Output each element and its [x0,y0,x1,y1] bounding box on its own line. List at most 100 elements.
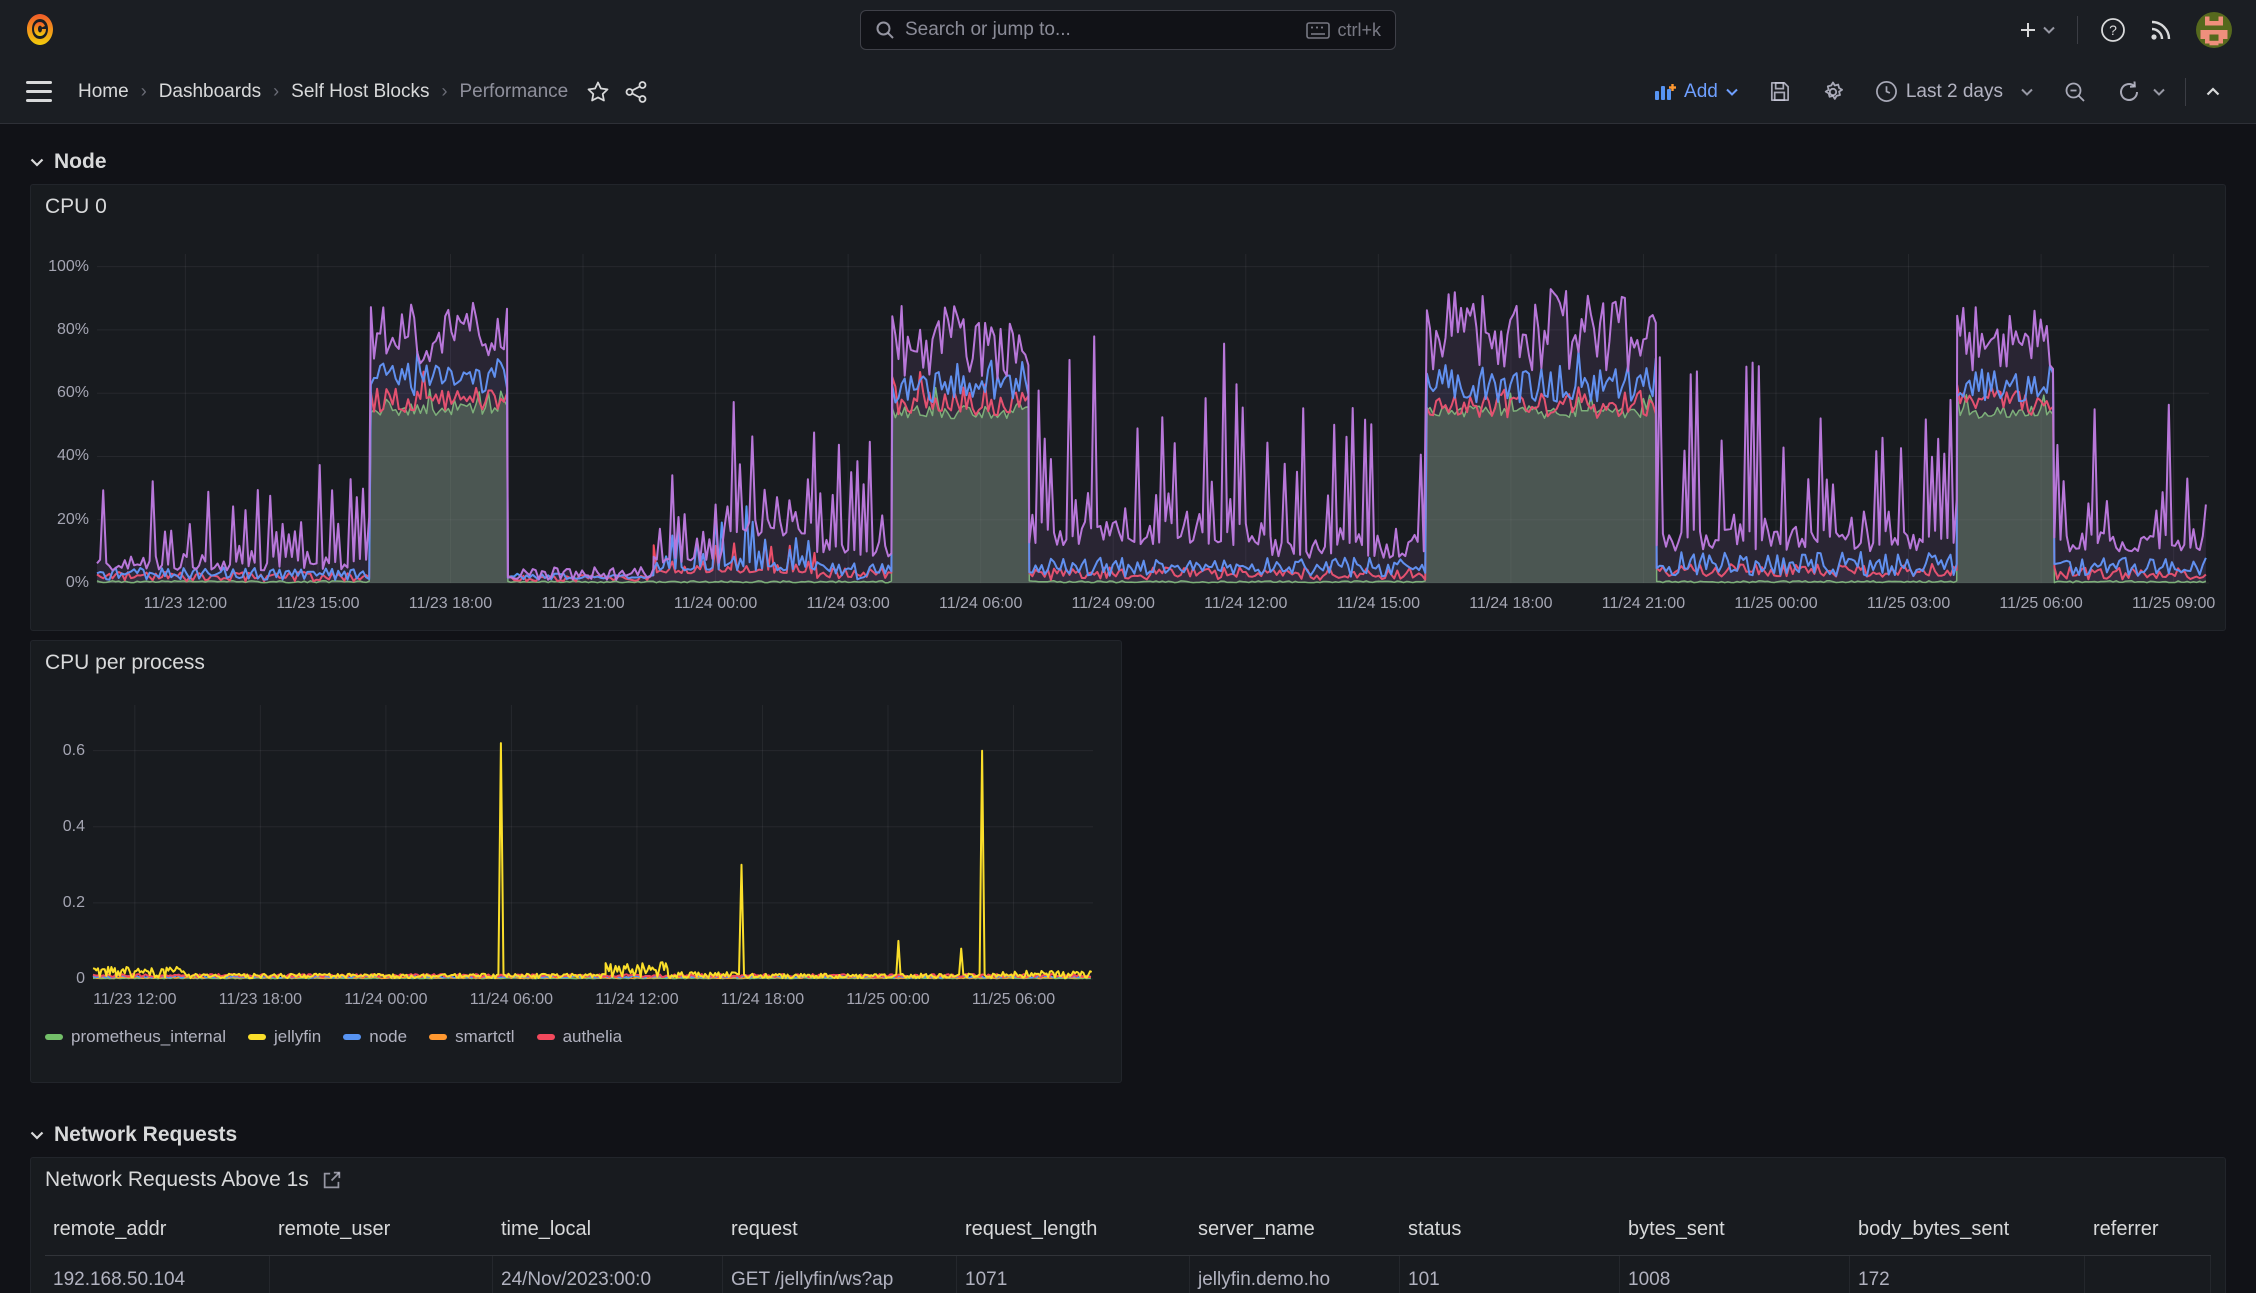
table-column-header[interactable]: remote_user [270,1202,493,1256]
x-axis-tick-label: 11/24 00:00 [673,595,758,612]
star-icon [587,81,609,101]
breadcrumb-folder[interactable]: Self Host Blocks [291,81,429,103]
table-column-header[interactable]: remote_addr [45,1202,270,1256]
table-column-header[interactable]: request_length [957,1202,1190,1256]
add-panel-button[interactable]: Add [1644,73,1748,111]
legend-label: smartctl [455,1027,515,1046]
chevron-up-icon [2206,87,2220,96]
legend-label: authelia [562,1027,623,1046]
panel-title-cpu-per-process[interactable]: CPU per process [45,651,205,675]
x-axis-tick-label: 11/24 00:00 [344,991,428,1008]
section-title: Node [54,150,107,173]
chevron-down-icon [2043,26,2055,34]
legend-item-node[interactable]: node [343,1027,407,1047]
refresh-icon [2120,80,2138,101]
table-column-header[interactable]: bytes_sent [1620,1202,1850,1256]
legend-item-authelia[interactable]: authelia [536,1027,623,1047]
favorite-star-button[interactable] [586,80,610,104]
news-button[interactable] [2148,17,2174,43]
x-axis-tick-label: 11/25 06:00 [971,991,1056,1008]
grafana-logo[interactable] [24,13,56,47]
chevron-down-icon [30,1131,44,1140]
breadcrumb-separator: › [441,81,448,101]
share-icon [625,80,647,103]
chevron-down-icon[interactable] [2153,88,2165,96]
x-axis-tick-label: 11/23 12:00 [93,991,177,1008]
table-cell: 1071 [957,1256,1190,1293]
panel-network-requests-table: Network Requests Above 1s remote_addr rem… [30,1157,2226,1293]
breadcrumb-current: Performance [459,80,569,102]
section-title: Network Requests [54,1123,238,1146]
dashboard-nav-bar: Home › Dashboards › Self Host Blocks › P… [0,60,2256,124]
keyboard-icon [1306,21,1331,39]
search-shortcut: ctrl+k [1337,19,1381,40]
legend-item-jellyfin[interactable]: jellyfin [247,1027,322,1047]
x-axis-tick-label: 11/23 18:00 [408,595,493,612]
save-dashboard-button[interactable] [1758,73,1801,111]
time-range-label: Last 2 days [1905,80,2003,102]
legend-label: jellyfin [273,1027,322,1046]
dashboard-settings-button[interactable] [1811,73,1855,111]
clock-icon [1875,81,1897,102]
question-circle-icon: ? [2101,18,2125,42]
mega-menu-button[interactable] [26,81,52,102]
x-axis-tick-label: 11/23 18:00 [218,991,303,1008]
x-axis-tick-label: 11/24 18:00 [1469,595,1553,612]
x-axis-tick-label: 11/24 21:00 [1601,595,1686,612]
search-placeholder: Search or jump to... [905,19,1071,40]
external-link-icon[interactable] [321,1169,343,1191]
section-node[interactable]: Node [30,140,2226,184]
panel-title-network-requests[interactable]: Network Requests Above 1s [45,1168,309,1192]
y-axis-tick-label: 40% [56,447,89,465]
add-panel-icon [1655,83,1677,100]
legend-swatch [536,1034,555,1040]
help-button[interactable]: ? [2100,17,2126,43]
zoom-out-button[interactable] [2053,73,2097,111]
table-column-header[interactable]: time_local [493,1202,723,1256]
cpu-per-process-chart[interactable]: 0 0.2 0.4 0.6 11/23 12:00 11/23 18:00 11/24 00… [31,685,1121,1084]
cpu0-chart[interactable]: 0% 20% 40% 60% 80% 100% 11/23 12:00 11/23 15:00… [31,229,2225,632]
table-header-row: remote_addr remote_user time_local request r… [31,1202,2225,1256]
table-cell: 1008 [1620,1256,1850,1293]
add-label: Add [1684,80,1718,102]
y-axis-tick-label: 0 [76,970,85,987]
y-axis-tick-label: 0.4 [62,817,85,835]
zoom-out-icon [2065,82,2085,102]
x-axis-tick-label: 11/23 15:00 [276,595,360,612]
cpu-per-process-plot-area[interactable] [31,685,1121,1085]
legend-item-prometheus_internal[interactable]: prometheus_internal [45,1027,226,1047]
collapse-topbar-button[interactable] [2196,73,2230,111]
y-axis-tick-label: 0.2 [62,893,85,911]
table-cell [270,1256,493,1293]
new-menu-button[interactable] [2019,21,2055,39]
table-column-header[interactable]: request [723,1202,957,1256]
chevron-down-icon [2021,88,2033,96]
breadcrumb-home[interactable]: Home [78,81,129,103]
refresh-button[interactable] [2107,73,2175,111]
breadcrumb-dashboards[interactable]: Dashboards [159,81,261,103]
legend-item-smartctl[interactable]: smartctl [429,1027,515,1047]
legend-swatch [45,1034,63,1040]
x-axis-tick-label: 11/24 09:00 [1071,595,1155,612]
breadcrumb-separator: › [273,81,280,101]
table-column-header[interactable]: body_bytes_sent [1850,1202,2085,1256]
chevron-down-icon [1726,88,1738,96]
panel-title-cpu0[interactable]: CPU 0 [45,195,107,219]
panel-cpu-per-process: CPU per process 0 0.2 0.4 0.6 11/23 12:00 11/… [30,640,1122,1083]
user-avatar[interactable] [2196,12,2232,48]
panel-cpu0: CPU 0 0% 20% 40% 60% 80% 100% 11/23 12:00 11/23… [30,184,2226,631]
table-column-header[interactable]: status [1400,1202,1620,1256]
chart-legend: prometheus_internal jellyfin node smartctl a… [45,1027,622,1047]
save-icon [1770,82,1789,101]
x-axis-tick-label: 11/24 15:00 [1336,595,1420,612]
gear-icon [1824,81,1843,100]
table-column-header[interactable]: server_name [1190,1202,1400,1256]
time-range-picker[interactable]: Last 2 days [1865,73,2043,111]
table-column-header[interactable]: referrer [2085,1202,2211,1256]
section-network-requests[interactable]: Network Requests [30,1113,2226,1157]
table-body: 192.168.50.104 24/Nov/2023:00:0 GET /jelly… [31,1256,2225,1293]
search-input[interactable]: Search or jump to... ctrl+k [860,10,1396,50]
x-axis-tick-label: 11/24 06:00 [469,991,554,1008]
share-button[interactable] [624,80,648,104]
cpu0-plot-area[interactable] [31,229,2225,634]
